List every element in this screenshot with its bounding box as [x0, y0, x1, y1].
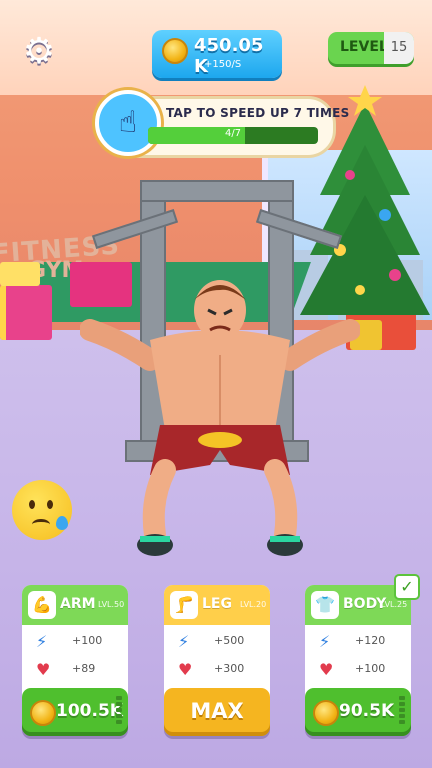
upgrade-arm-button[interactable]: 100.5K: [22, 688, 128, 736]
machine-top-bar: [140, 180, 294, 202]
stat-speed-value: +100: [72, 634, 103, 647]
heart-icon: ♥: [319, 660, 334, 679]
arm-muscle-icon: 💪: [28, 591, 56, 619]
settings-button[interactable]: ⚙: [20, 33, 58, 71]
coin-icon: [162, 38, 188, 64]
upgrade-card-arm: 💪 ARM LVL.50 ⚡ +100 ♥ +89 100.5K: [22, 585, 128, 736]
stat-speed: ⚡ +120: [315, 631, 405, 653]
level-label: LEVEL: [340, 39, 388, 55]
level-indicator: LEVEL 15: [328, 32, 414, 64]
coin-icon: [30, 700, 56, 726]
gift-box: [0, 262, 40, 286]
tap-hand-icon: ☝: [95, 90, 161, 156]
bodybuilder-character[interactable]: [80, 260, 360, 560]
upgrade-card-body: 👕 BODY LVL.25 ⚡ +120 ♥ +100 90.5K: [305, 585, 411, 736]
max-label: MAX: [190, 699, 244, 723]
card-level: LVL.25: [381, 600, 408, 609]
tap-progress-bar: 4/7: [148, 127, 318, 144]
level-meter: [116, 696, 122, 728]
card-title: ARM: [60, 596, 96, 612]
card-header: 🦵 LEG LVL.20: [164, 585, 270, 625]
upgrade-card-leg: 🦵 LEG LVL.20 ⚡ +500 ♥ +300 MAX: [164, 585, 270, 736]
torso-icon: 👕: [311, 591, 339, 619]
upgrade-price: 100.5K: [56, 701, 123, 721]
card-title: LEG: [202, 596, 232, 612]
stat-health: ♥ +300: [174, 659, 264, 681]
tap-progress-text: 4/7: [224, 128, 242, 139]
tap-banner-text: TAP TO SPEED UP 7 TIMES: [166, 106, 350, 120]
level-meter: [399, 696, 405, 728]
stat-health-value: +300: [214, 662, 245, 675]
coin-icon: [313, 700, 339, 726]
lightning-icon: ⚡: [36, 632, 48, 651]
card-title: BODY: [343, 596, 387, 612]
card-header: 💪 ARM LVL.50: [22, 585, 128, 625]
stat-health-value: +100: [355, 662, 386, 675]
stat-health-value: +89: [72, 662, 96, 675]
coin-counter: 450.05 K +150/S: [152, 30, 282, 78]
coin-rate: +150/S: [204, 59, 242, 70]
lightning-icon: ⚡: [319, 632, 331, 651]
gear-icon: ⚙: [22, 31, 56, 72]
stat-speed: ⚡ +500: [174, 631, 264, 653]
lightning-icon: ⚡: [178, 632, 190, 651]
card-level: LVL.20: [240, 600, 267, 609]
leg-icon: 🦵: [170, 591, 198, 619]
coin-balance: 450.05 K: [194, 35, 264, 77]
stat-health: ♥ +89: [32, 659, 122, 681]
stat-speed-value: +500: [214, 634, 245, 647]
stat-speed-value: +120: [355, 634, 386, 647]
upgrade-price: 90.5K: [339, 701, 395, 721]
gift-box: [0, 285, 52, 340]
card-level: LVL.50: [98, 600, 125, 609]
upgrade-body-button[interactable]: 90.5K: [305, 688, 411, 736]
sad-sweat-emoji: [12, 480, 72, 540]
stat-health: ♥ +100: [315, 659, 405, 681]
level-number: 15: [384, 32, 414, 64]
check-icon: ✓: [394, 574, 420, 600]
stat-speed: ⚡ +100: [32, 631, 122, 653]
upgrade-leg-max-button[interactable]: MAX: [164, 688, 270, 736]
heart-icon: ♥: [36, 660, 51, 679]
heart-icon: ♥: [178, 660, 193, 679]
